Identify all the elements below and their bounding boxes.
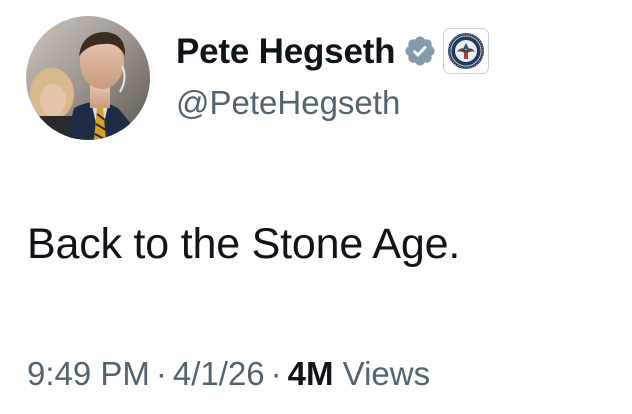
author-avatar[interactable]: [26, 16, 150, 140]
tweet-text: Back to the Stone Age.: [27, 220, 461, 268]
government-seal-icon[interactable]: [443, 28, 490, 74]
tweet-date[interactable]: 4/1/26: [173, 355, 265, 392]
tweet-card: Pete Hegseth @PeteHegseth Back to the St…: [0, 0, 632, 414]
tweet-meta: 9:49 PM · 4/1/26 · 4M Views: [27, 355, 430, 393]
views-link[interactable]: 4M Views: [288, 355, 430, 392]
author-display-name[interactable]: Pete Hegseth: [176, 34, 396, 69]
avatar-photo: [26, 16, 150, 140]
meta-separator: ·: [270, 355, 282, 392]
meta-separator: ·: [155, 355, 167, 392]
views-label: Views: [342, 355, 431, 392]
author-handle[interactable]: @PeteHegseth: [176, 84, 400, 122]
verified-badge-icon[interactable]: [403, 34, 437, 68]
author-name-row: Pete Hegseth: [176, 28, 490, 74]
views-count: 4M: [287, 355, 334, 392]
tweet-time[interactable]: 9:49 PM: [27, 355, 150, 392]
